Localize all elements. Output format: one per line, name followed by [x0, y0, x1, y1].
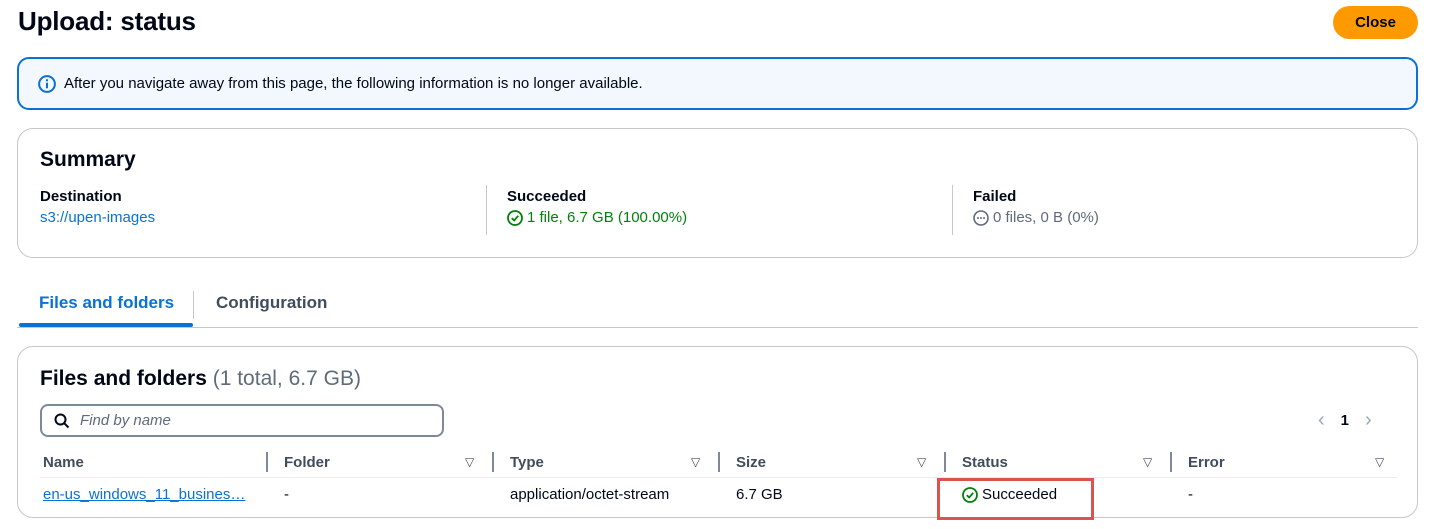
tab-divider — [193, 291, 194, 319]
files-title-text: Files and folders — [40, 367, 207, 390]
alert-message: After you navigate away from this page, … — [64, 75, 643, 92]
pagination: ‹ 1 › — [1318, 409, 1372, 432]
tab-configuration[interactable]: Configuration — [216, 293, 327, 313]
sort-icon[interactable]: ▽ — [917, 455, 926, 469]
search-icon — [54, 413, 70, 428]
destination-label: Destination — [40, 188, 122, 205]
column-resizer[interactable] — [718, 452, 720, 472]
column-header-folder[interactable]: Folder — [284, 454, 330, 471]
files-panel: Files and folders (1 total, 6.7 GB) ‹ 1 … — [17, 346, 1418, 520]
column-resizer[interactable] — [492, 452, 494, 472]
page-number[interactable]: 1 — [1341, 412, 1349, 429]
table-header: Name Folder ▽ Type ▽ Size ▽ Status ▽ Err… — [40, 450, 1397, 474]
succeeded-label: Succeeded — [507, 188, 587, 205]
status-highlight-box — [937, 478, 1094, 520]
sort-icon[interactable]: ▽ — [691, 455, 700, 469]
column-resizer[interactable] — [1170, 452, 1172, 472]
size-cell: 6.7 GB — [736, 486, 783, 503]
chevron-left-icon[interactable]: ‹ — [1318, 409, 1325, 432]
close-button[interactable]: Close — [1333, 6, 1418, 39]
summary-title: Summary — [40, 148, 136, 171]
failed-label: Failed — [973, 188, 1017, 205]
file-name-link[interactable]: en-us_windows_11_busines… — [43, 486, 245, 503]
column-header-name[interactable]: Name — [43, 454, 84, 471]
search-box[interactable] — [40, 404, 444, 437]
sort-icon[interactable]: ▽ — [465, 455, 474, 469]
summary-panel: Summary Destination s3://upen-images Suc… — [17, 128, 1418, 258]
info-icon — [38, 74, 56, 93]
type-cell: application/octet-stream — [510, 486, 670, 503]
files-count: (1 total, 6.7 GB) — [212, 367, 361, 390]
tab-files-and-folders[interactable]: Files and folders — [39, 293, 174, 313]
column-resizer[interactable] — [944, 452, 946, 472]
column-header-type[interactable]: Type — [510, 454, 544, 471]
search-input[interactable] — [80, 412, 420, 429]
error-cell: - — [1188, 486, 1193, 503]
failed-column: Failed 0 files, 0 B (0%) — [973, 186, 1099, 236]
tab-bar: Files and folders Configuration — [17, 283, 1418, 328]
page-title: Upload: status — [18, 6, 196, 36]
pending-ellipsis-icon — [973, 209, 989, 226]
column-header-status[interactable]: Status — [962, 454, 1008, 471]
info-alert: After you navigate away from this page, … — [17, 57, 1418, 110]
destination-column: Destination s3://upen-images — [40, 186, 155, 236]
active-tab-indicator — [19, 323, 193, 327]
sort-icon[interactable]: ▽ — [1143, 455, 1152, 469]
folder-cell: - — [284, 486, 289, 503]
summary-divider — [486, 185, 487, 235]
succeeded-column: Succeeded 1 file, 6.7 GB (100.00%) — [507, 186, 687, 236]
chevron-right-icon[interactable]: › — [1365, 409, 1372, 432]
success-check-icon — [507, 209, 523, 226]
column-header-size[interactable]: Size — [736, 454, 766, 471]
succeeded-value: 1 file, 6.7 GB (100.00%) — [527, 209, 688, 226]
summary-divider — [952, 185, 953, 235]
column-resizer[interactable] — [266, 452, 268, 472]
destination-link[interactable]: s3://upen-images — [40, 209, 155, 226]
file-name-cell: en-us_windows_11_busines… — [43, 486, 245, 503]
table-row-divider — [40, 477, 1397, 478]
column-header-error[interactable]: Error — [1188, 454, 1225, 471]
failed-value: 0 files, 0 B (0%) — [993, 209, 1099, 226]
files-title: Files and folders (1 total, 6.7 GB) — [40, 367, 361, 391]
sort-icon[interactable]: ▽ — [1375, 455, 1384, 469]
